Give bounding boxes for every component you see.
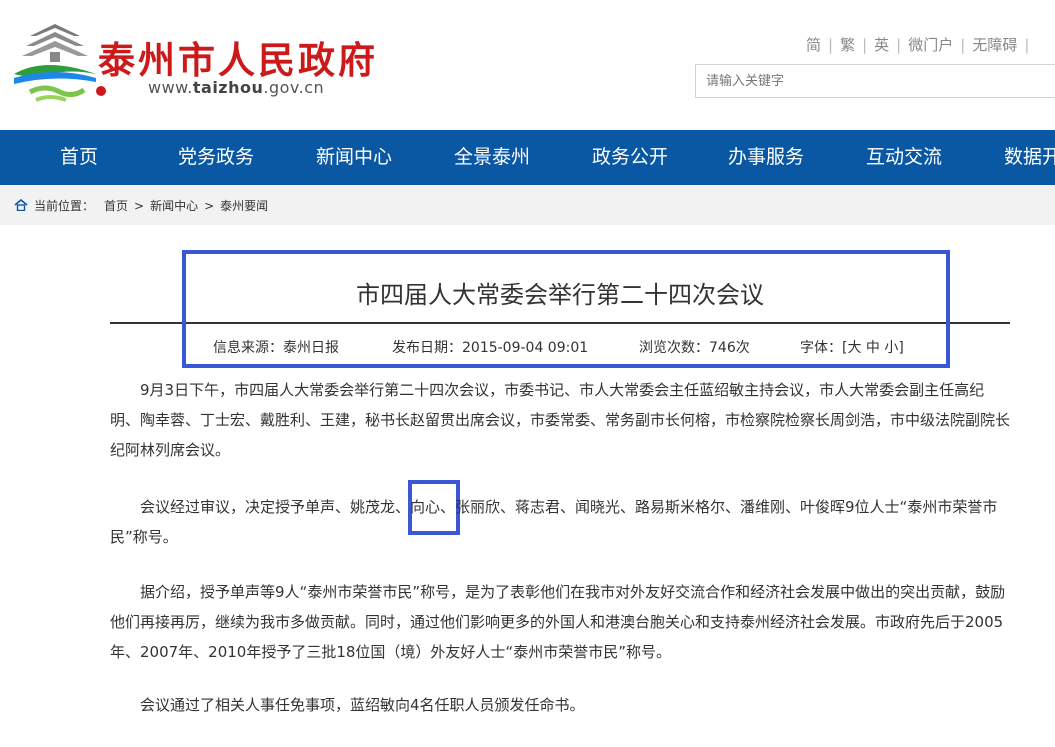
separator: | [862,36,868,54]
home-icon [14,199,28,211]
nav-item-home[interactable]: 首页 [60,130,98,185]
site-url-suffix: .gov.cn [263,78,325,97]
nav-item-panorama[interactable]: 全景泰州 [454,130,530,185]
nav-item-gov-disclosure[interactable]: 政务公开 [592,130,668,185]
accessibility-link[interactable]: 无障碍 [972,36,1017,54]
search-input[interactable] [696,65,1055,97]
nav-item-interaction[interactable]: 互动交流 [866,130,942,185]
highlight-box-article-header [182,250,950,368]
nav-item-data[interactable]: 数据开 [1004,130,1055,185]
article-paragraph: 会议经过审议，决定授予单声、姚茂龙、向心、张丽欣、蒋志君、闻晓光、路易斯米格尔、… [110,498,998,546]
site-logo-icon[interactable] [10,22,100,108]
micro-portal-link[interactable]: 微门户 [908,36,953,54]
nav-item-party-affairs[interactable]: 党务政务 [178,130,254,185]
breadcrumb-label: 当前位置： [34,199,95,213]
breadcrumb: 当前位置： 首页 > 新闻中心 > 泰州要闻 [14,197,268,214]
nav-item-services[interactable]: 办事服务 [728,130,804,185]
breadcrumb-taizhou-news[interactable]: 泰州要闻 [220,199,268,213]
site-name[interactable]: 泰州市人民政府 [98,30,378,84]
article-paragraph: 据介绍，授予单声等9人“泰州市荣誉市民”称号，是为了表彰他们在我市对外友好交流合… [110,583,1006,661]
article-paragraph: 会议通过了相关人事任免事项，蓝绍敏向4名任职人员颁发任命书。 [140,696,585,714]
breadcrumb-news-center[interactable]: 新闻中心 [150,199,198,213]
nav-item-news-center[interactable]: 新闻中心 [316,130,392,185]
separator: | [1024,36,1030,54]
separator: | [960,36,966,54]
site-url: www.taizhou.gov.cn [148,78,324,97]
lang-traditional-link[interactable]: 繁 [840,36,855,54]
top-links: 简 | 繁 | 英 | 微门户 | 无障碍 | [806,34,1036,55]
lang-english-link[interactable]: 英 [874,36,889,54]
main-nav: 首页 党务政务 新闻中心 全景泰州 政务公开 办事服务 互动交流 数据开 [0,130,1055,185]
breadcrumb-separator: > [134,199,145,213]
site-url-prefix: www. [148,78,193,97]
separator: | [828,36,834,54]
site-url-domain: taizhou [192,78,264,97]
seal-icon [96,86,106,96]
breadcrumb-bar: 当前位置： 首页 > 新闻中心 > 泰州要闻 [0,185,1055,225]
breadcrumb-separator: > [204,199,215,213]
site-header: 泰州市人民政府 www.taizhou.gov.cn 简 | 繁 | 英 | 微门户 | 无障碍… [0,0,1055,130]
search-box [695,64,1055,98]
breadcrumb-home[interactable]: 首页 [104,199,128,213]
lang-simplified-link[interactable]: 简 [806,36,821,54]
article-paragraph: 9月3日下午，市四届人大常委会举行第二十四次会议，市委书记、市人大常委会主任蓝绍… [110,381,1011,459]
separator: | [896,36,902,54]
